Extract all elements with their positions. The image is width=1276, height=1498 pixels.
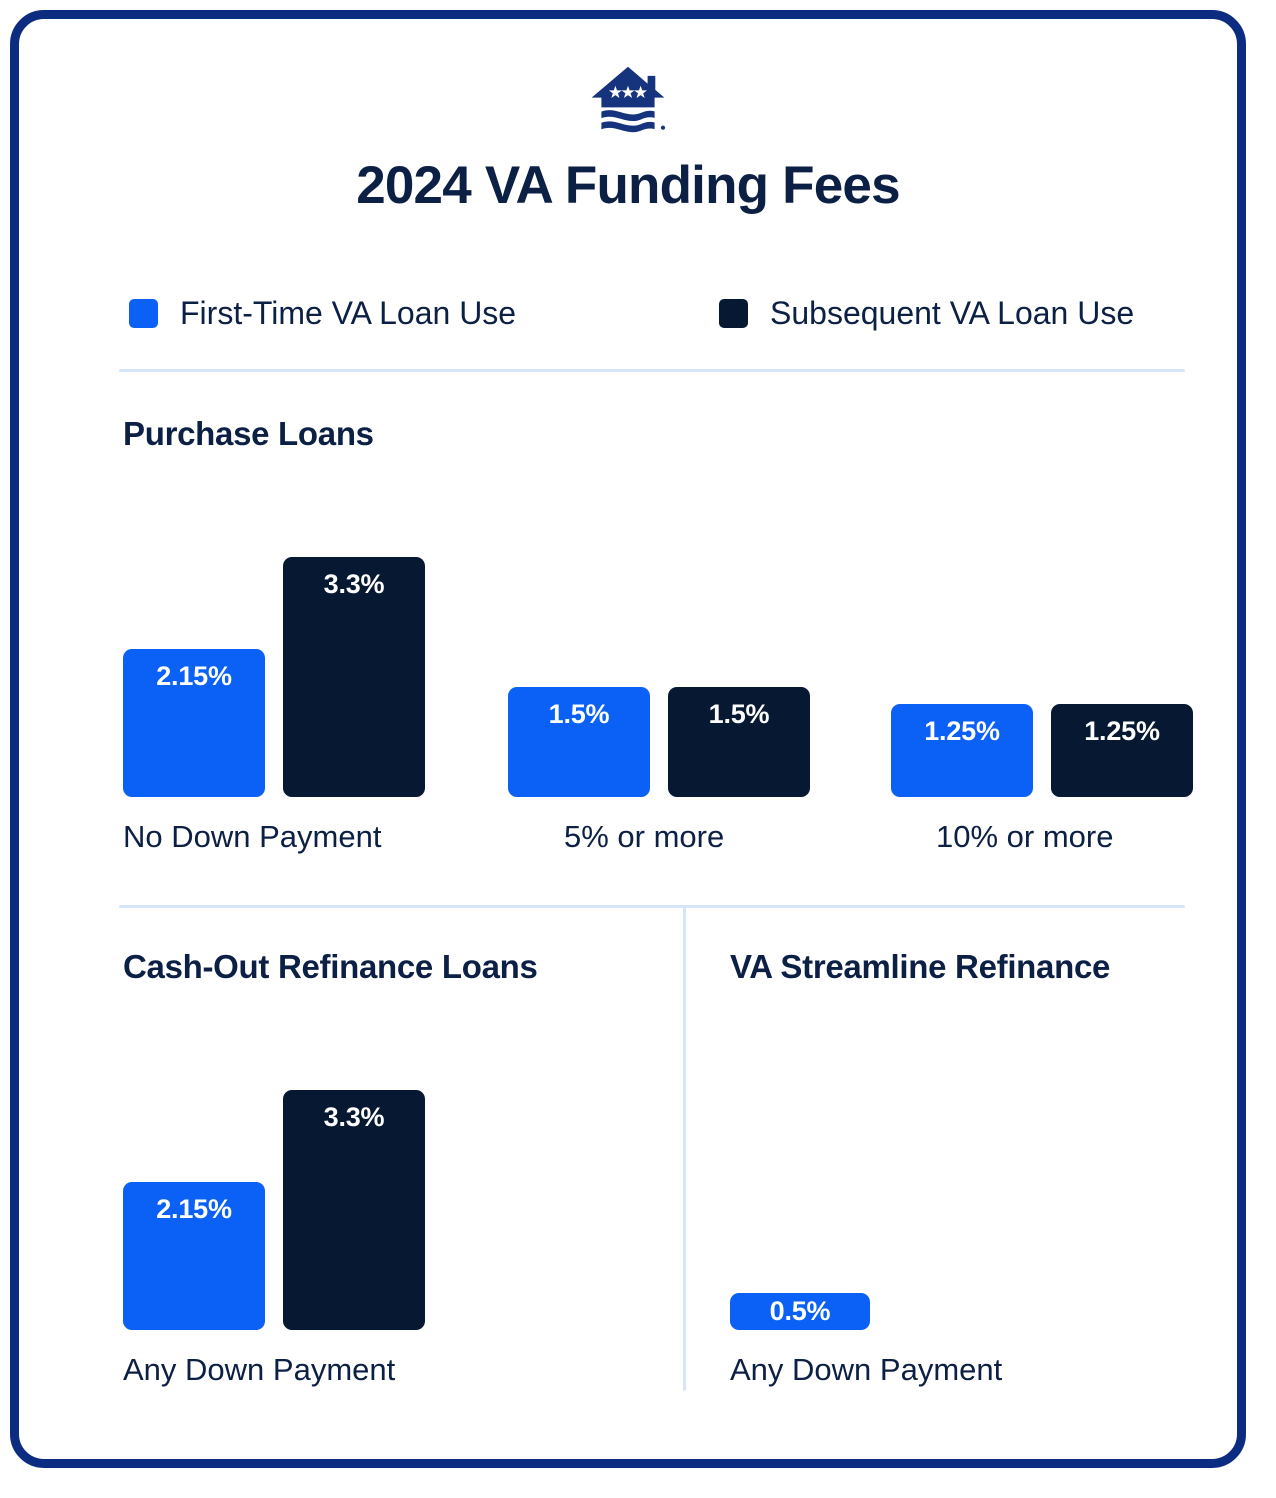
bar-value: 1.25% <box>924 716 1000 746</box>
page-title: 2024 VA Funding Fees <box>356 156 900 215</box>
bar-value: 2.15% <box>156 1194 232 1224</box>
bar-value: 0.5% <box>769 1296 831 1326</box>
divider-top <box>119 369 1185 372</box>
section-heading-purchase: Purchase Loans <box>123 415 374 452</box>
va-home-loans-house-icon <box>591 66 666 133</box>
bar-group-10-percent-or-more: 1.25% 1.25% <box>891 704 1193 797</box>
chart-cash-out-refinance: 2.15% 3.3% Any Down Payment <box>123 1022 643 1392</box>
legend-label-first-time: First-Time VA Loan Use <box>180 294 517 331</box>
chart-purchase-loans: 2.15% 3.3% No Down Payment 1.5% 1.5% 5% … <box>123 489 1193 859</box>
legend-label-subsequent: Subsequent VA Loan Use <box>770 294 1135 331</box>
legend-item-subsequent: Subsequent VA Loan Use <box>719 287 1134 339</box>
bar-streamline-first-time: 0.5% <box>730 1293 870 1330</box>
bar-cashout-first-time: 2.15% <box>123 1182 265 1330</box>
logo-container <box>19 64 1237 134</box>
bar-purchase-nodown-first-time: 2.15% <box>123 649 265 797</box>
bar-value: 1.5% <box>548 699 610 729</box>
legend-swatch-icon-first-time <box>129 298 158 328</box>
bar-group-no-down-payment: 2.15% 3.3% <box>123 557 425 797</box>
bar-value: 2.15% <box>156 661 232 691</box>
infographic-card: 2024 VA Funding Fees First-Time VA Loan … <box>10 10 1246 1468</box>
divider-vertical <box>683 907 686 1391</box>
category-label-no-down-payment: No Down Payment <box>123 819 382 854</box>
category-label-cashout-any-down-payment: Any Down Payment <box>123 1352 396 1387</box>
bar-purchase-5more-subsequent: 1.5% <box>668 687 810 797</box>
chart-legend: First-Time VA Loan Use Subsequent VA Loa… <box>119 287 1184 339</box>
bar-value: 3.3% <box>323 569 385 599</box>
chart-va-streamline-refinance: 0.5% Any Down Payment <box>730 1022 1170 1392</box>
bar-group-5-percent-or-more: 1.5% 1.5% <box>508 687 810 797</box>
legend-swatch-icon-subsequent <box>719 298 748 328</box>
bar-cashout-subsequent: 3.3% <box>283 1090 425 1330</box>
divider-middle <box>119 905 1185 908</box>
category-label-5-percent-or-more: 5% or more <box>564 819 725 854</box>
bar-purchase-5more-first-time: 1.5% <box>508 687 650 797</box>
bar-value: 1.25% <box>1084 716 1160 746</box>
bar-purchase-10more-first-time: 1.25% <box>891 704 1033 797</box>
bar-value: 3.3% <box>323 1102 385 1132</box>
section-heading-cash-out-refinance: Cash-Out Refinance Loans <box>123 948 538 985</box>
bar-purchase-10more-subsequent: 1.25% <box>1051 704 1193 797</box>
section-heading-va-streamline-refinance: VA Streamline Refinance <box>730 948 1111 985</box>
legend-item-first-time: First-Time VA Loan Use <box>129 287 516 339</box>
bar-value: 1.5% <box>708 699 770 729</box>
bar-purchase-nodown-subsequent: 3.3% <box>283 557 425 797</box>
category-label-10-percent-or-more: 10% or more <box>936 819 1114 854</box>
category-label-streamline-any-down-payment: Any Down Payment <box>730 1352 1003 1387</box>
bar-group-streamline-any-down-payment: 0.5% <box>730 1293 870 1330</box>
bar-group-cashout-any-down-payment: 2.15% 3.3% <box>123 1090 425 1330</box>
